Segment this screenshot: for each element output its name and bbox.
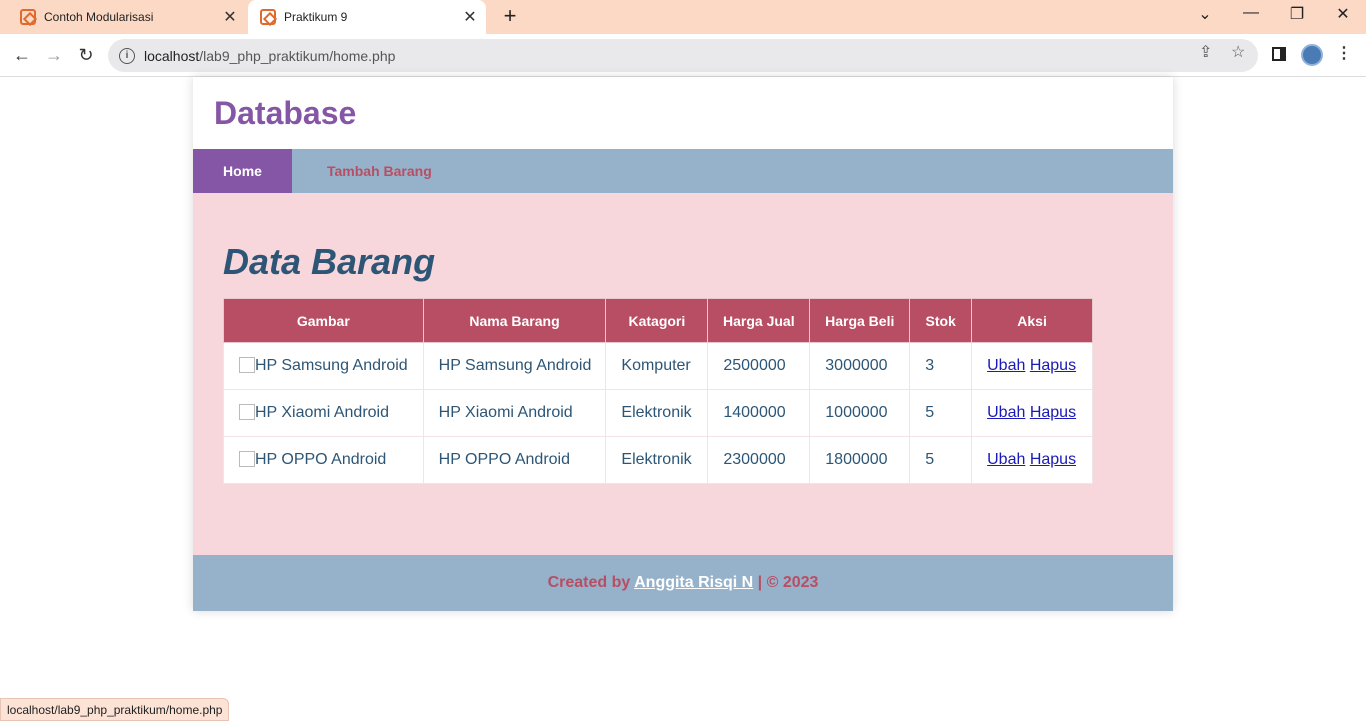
main-nav: Home Tambah Barang xyxy=(193,149,1173,193)
gambar-cell: HP OPPO Android xyxy=(223,436,424,484)
column-header: Katagori xyxy=(605,298,709,343)
url-host: localhost xyxy=(144,47,200,64)
side-panel-icon[interactable] xyxy=(1272,47,1286,61)
xampp-icon xyxy=(20,9,36,25)
harga-beli-cell: 1000000 xyxy=(809,389,911,437)
close-icon[interactable]: ✕ xyxy=(460,7,480,27)
nama-cell: HP OPPO Android xyxy=(422,436,607,484)
aksi-cell: Ubah Hapus xyxy=(971,389,1093,437)
image-alt-text: HP OPPO Android xyxy=(255,451,387,468)
bookmark-star-icon[interactable]: ☆ xyxy=(1231,42,1245,62)
tab-contoh-modularisasi[interactable]: Contoh Modularisasi ✕ xyxy=(8,0,246,34)
chevron-down-icon[interactable]: ⌄ xyxy=(1195,4,1215,24)
site-title: Database xyxy=(214,95,357,131)
tab-bar: Contoh Modularisasi ✕ Praktikum 9 ✕ + ⌄ … xyxy=(0,0,1366,34)
gambar-cell: HP Samsung Android xyxy=(223,342,424,390)
tab-praktikum-9[interactable]: Praktikum 9 ✕ xyxy=(248,0,486,34)
harga-beli-cell: 1800000 xyxy=(809,436,911,484)
status-bar-url: localhost/lab9_php_praktikum/home.php xyxy=(0,698,230,721)
hapus-link[interactable]: Hapus xyxy=(1030,404,1076,421)
column-header: Harga Jual xyxy=(707,298,811,343)
page-title: Data Barang xyxy=(223,241,436,282)
table-row: HP OPPO Android HP OPPO Android Elektron… xyxy=(223,436,1093,484)
stok-cell: 5 xyxy=(909,436,973,484)
web-page: Database Home Tambah Barang Data Barang … xyxy=(0,77,1366,721)
harga-jual-cell: 2500000 xyxy=(707,342,811,390)
address-bar[interactable]: i localhost/lab9_php_praktikum/home.php xyxy=(108,39,1258,72)
nama-cell: HP Samsung Android xyxy=(422,342,607,390)
page-container: Database Home Tambah Barang Data Barang … xyxy=(193,77,1173,611)
close-icon[interactable]: ✕ xyxy=(220,7,240,27)
harga-jual-cell: 1400000 xyxy=(707,389,811,437)
forward-icon[interactable]: → xyxy=(42,44,66,68)
table-header-row: Gambar Nama Barang Katagori Harga Jual H… xyxy=(223,298,1093,343)
xampp-icon xyxy=(260,9,276,25)
kategori-cell: Elektronik xyxy=(605,436,709,484)
broken-image-icon xyxy=(239,451,255,467)
data-barang-table: Gambar Nama Barang Katagori Harga Jual H… xyxy=(223,298,1093,484)
harga-jual-cell: 2300000 xyxy=(707,436,811,484)
stok-cell: 5 xyxy=(909,389,973,437)
main-content: Data Barang Gambar Nama Barang Katagori … xyxy=(193,240,1173,484)
broken-image-icon xyxy=(239,357,255,373)
more-menu-icon[interactable]: ⋮ xyxy=(1336,43,1352,63)
nav-home-link[interactable]: Home xyxy=(193,149,292,193)
column-header: Harga Beli xyxy=(809,298,911,343)
nama-cell: HP Xiaomi Android xyxy=(422,389,607,437)
table-row: HP Samsung Android HP Samsung Android Ko… xyxy=(223,342,1093,390)
nav-tambah-barang-link[interactable]: Tambah Barang xyxy=(327,149,432,193)
aksi-cell: Ubah Hapus xyxy=(971,342,1093,390)
hapus-link[interactable]: Hapus xyxy=(1030,357,1076,374)
hapus-link[interactable]: Hapus xyxy=(1030,451,1076,468)
gambar-cell: HP Xiaomi Android xyxy=(223,389,424,437)
new-tab-icon[interactable]: + xyxy=(498,5,522,29)
url-text: localhost/lab9_php_praktikum/home.php xyxy=(144,48,395,64)
tab-title: Contoh Modularisasi xyxy=(44,10,154,24)
harga-beli-cell: 3000000 xyxy=(809,342,911,390)
author-link[interactable]: Anggita Risqi N xyxy=(634,574,753,591)
tab-title: Praktikum 9 xyxy=(284,10,348,24)
column-header: Nama Barang xyxy=(422,298,607,343)
ubah-link[interactable]: Ubah xyxy=(987,451,1025,468)
ubah-link[interactable]: Ubah xyxy=(987,404,1025,421)
image-alt-text: HP Samsung Android xyxy=(255,357,408,374)
kategori-cell: Elektronik xyxy=(605,389,709,437)
back-icon[interactable]: ← xyxy=(10,44,34,68)
column-header: Aksi xyxy=(971,298,1093,343)
url-path: /lab9_php_praktikum/home.php xyxy=(199,47,396,64)
reload-icon[interactable]: ↻ xyxy=(74,44,98,68)
stok-cell: 3 xyxy=(909,342,973,390)
profile-avatar[interactable] xyxy=(1301,44,1323,66)
column-header: Gambar xyxy=(223,298,424,343)
close-window-icon[interactable]: ✕ xyxy=(1333,4,1353,24)
footer-prefix: Created by xyxy=(547,574,635,591)
column-header: Stok xyxy=(909,298,973,343)
ubah-link[interactable]: Ubah xyxy=(987,357,1025,374)
site-footer: Created by Anggita Risqi N | © 2023 xyxy=(193,555,1173,611)
kategori-cell: Komputer xyxy=(605,342,709,390)
broken-image-icon xyxy=(239,404,255,420)
restore-icon[interactable]: ❐ xyxy=(1287,4,1307,24)
browser-toolbar: ← → ↻ i localhost/lab9_php_praktikum/hom… xyxy=(0,34,1366,77)
image-alt-text: HP Xiaomi Android xyxy=(255,404,389,421)
aksi-cell: Ubah Hapus xyxy=(971,436,1093,484)
footer-suffix: | © 2023 xyxy=(753,574,819,591)
info-icon[interactable]: i xyxy=(119,47,135,64)
share-icon[interactable]: ⇪ xyxy=(1199,42,1212,62)
site-header: Database xyxy=(193,77,1173,149)
minimize-icon[interactable]: — xyxy=(1241,4,1261,22)
table-row: HP Xiaomi Android HP Xiaomi Android Elek… xyxy=(223,389,1093,437)
